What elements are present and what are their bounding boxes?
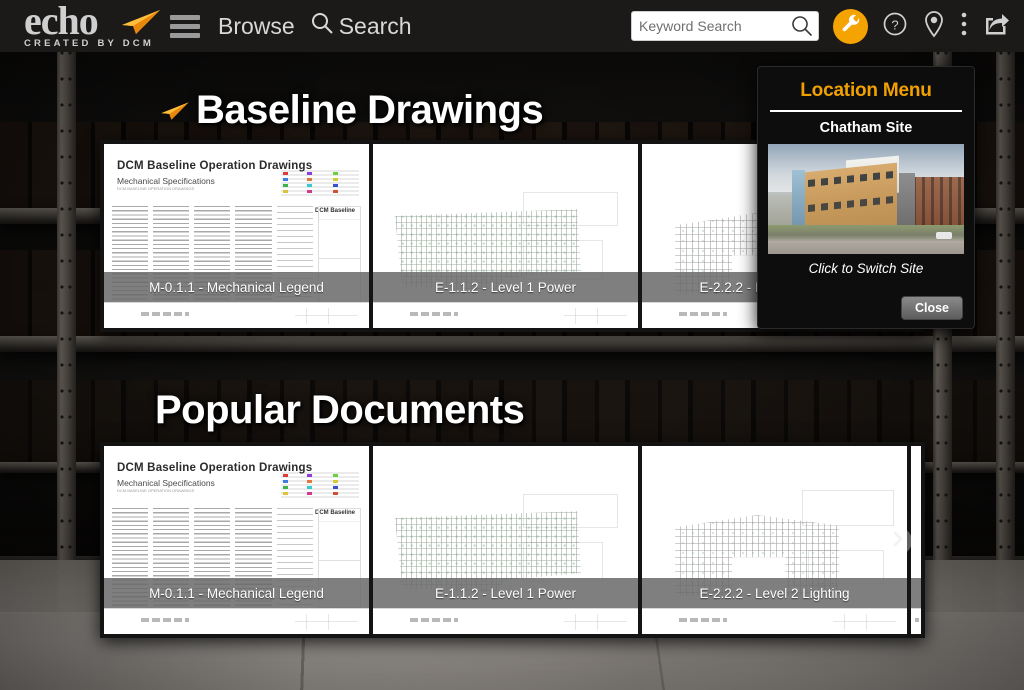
thumbnail-caption: E-1.1.2 - Level 1 Power [373, 272, 638, 302]
section-title-baseline: Baseline Drawings [160, 88, 544, 133]
divider [770, 110, 962, 112]
thumbnail-caption: M-0.1.1 - Mechanical Legend [104, 578, 369, 608]
sheet-titleblock [911, 608, 921, 634]
location-menu-panel: Location Menu Chatham Site Click to Swit… [757, 66, 975, 329]
carousel-next-button[interactable] [884, 527, 912, 555]
sheet-titleblock [104, 302, 369, 328]
svg-text:?: ? [891, 17, 898, 32]
switch-site-hint: Click to Switch Site [808, 261, 924, 276]
thumbnail-card[interactable]: E-1.1.2 - Level 1 Power [373, 144, 638, 328]
nav-search-label: Search [338, 12, 412, 39]
thumbnail-caption: E-1.1.2 - Level 1 Power [373, 578, 638, 608]
close-button[interactable]: Close [900, 296, 963, 320]
sheet-titleblock [642, 608, 907, 634]
keyword-search-box[interactable] [631, 11, 819, 41]
thumbnail-card[interactable]: E-2.2.2 - Level 2 Lighting [642, 446, 907, 634]
location-pin-icon [922, 10, 946, 43]
site-photo[interactable] [768, 144, 964, 254]
thumbnail-card-partial[interactable] [911, 446, 921, 634]
thumbnail-caption-partial [911, 578, 921, 608]
legend-color-swatches [281, 170, 359, 198]
hamburger-menu-icon[interactable] [170, 14, 200, 38]
sheet-titleblock [373, 608, 638, 634]
section-title-popular: Popular Documents [155, 388, 525, 433]
share-button[interactable] [982, 11, 1010, 42]
chevron-right-icon [891, 531, 905, 552]
thumbnail-card[interactable]: DCM Baseline Operation Drawings Mechanic… [104, 446, 369, 634]
thumbnail-card[interactable]: DCM Baseline Operation Drawings Mechanic… [104, 144, 369, 328]
search-icon [311, 12, 333, 40]
nav-browse[interactable]: Browse [218, 13, 295, 40]
app-logo[interactable]: echo CREATED BY DCM [24, 1, 162, 50]
location-button[interactable] [922, 10, 946, 43]
current-site-name: Chatham Site [819, 120, 913, 136]
search-icon[interactable] [791, 15, 813, 37]
settings-wrench-button[interactable] [833, 8, 868, 44]
sheet-note: DCM BASELINE OPERATION DRAWINGS [117, 488, 195, 493]
location-menu-title: Location Menu [800, 80, 932, 101]
thumbnail-caption: M-0.1.1 - Mechanical Legend [104, 272, 369, 302]
help-circle-icon: ? [882, 11, 908, 42]
thumbnail-card[interactable]: E-1.1.2 - Level 1 Power [373, 446, 638, 634]
sheet-subtitle: Mechanical Specifications [117, 478, 215, 488]
section-title-text: Popular Documents [155, 388, 525, 432]
nav-search[interactable]: Search [311, 12, 412, 40]
help-button[interactable]: ? [882, 11, 908, 42]
more-options-button[interactable] [960, 11, 968, 42]
sheet-titleblock [104, 608, 369, 634]
sheet-titleblock [373, 302, 638, 328]
wrench-icon [840, 13, 862, 40]
thumbnail-caption: E-2.2.2 - Level 2 Lighting [642, 578, 907, 608]
more-vertical-icon [960, 11, 968, 42]
application-window: echo CREATED BY DCM Browse Search Keywor… [0, 0, 1024, 690]
carousel-popular-documents[interactable]: DCM Baseline Operation Drawings Mechanic… [100, 442, 925, 638]
sheet-note: DCM BASELINE OPERATION DRAWINGS [117, 186, 195, 191]
paper-plane-icon [160, 100, 190, 122]
header-actions: ? [631, 8, 1024, 44]
legend-color-swatches [281, 472, 359, 500]
top-header-bar: echo CREATED BY DCM Browse Search Keywor… [0, 0, 1024, 52]
sheet-subtitle: Mechanical Specifications [117, 176, 215, 186]
search-input[interactable] [639, 13, 791, 39]
share-icon [982, 11, 1010, 42]
section-title-text: Baseline Drawings [196, 88, 544, 132]
paper-plane-icon [120, 8, 162, 41]
